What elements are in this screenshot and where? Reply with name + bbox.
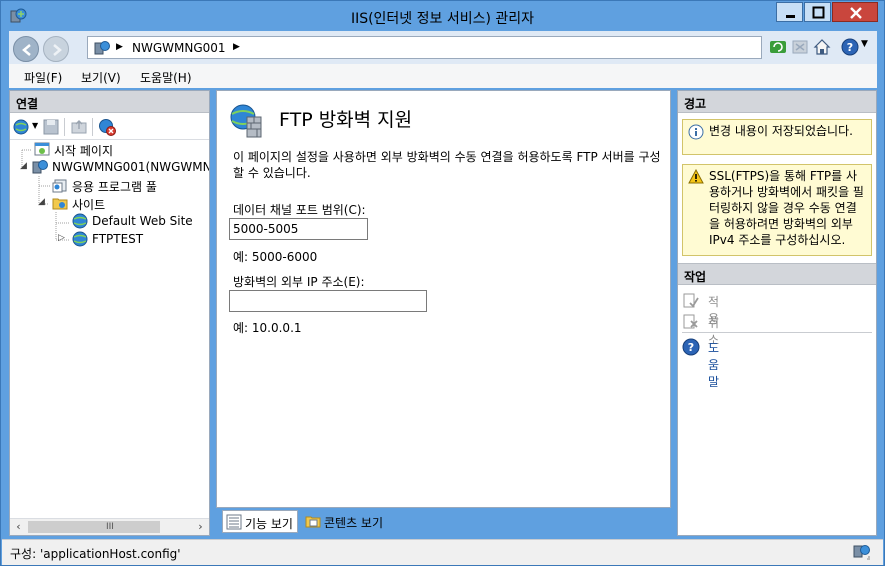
port-range-label: 데이터 채널 포트 범위(C): (233, 203, 366, 217)
cancel-icon (683, 314, 698, 329)
collapse-arrow-icon[interactable]: ◢ (20, 161, 27, 171)
home-icon[interactable] (813, 38, 831, 56)
collapse-arrow-icon[interactable]: ◢ (38, 197, 45, 207)
address-box[interactable]: ▶ NWGWMNG001 ▶ (87, 36, 762, 59)
actions-header: 작업 (678, 263, 876, 285)
scroll-right-icon[interactable]: › (192, 519, 209, 535)
warning-alert: SSL(FTPS)을 통해 FTP를 사용하거나 방화벽에서 패킷을 필터링하지… (682, 164, 872, 256)
external-ip-input[interactable] (229, 290, 427, 312)
warning-icon (688, 169, 704, 184)
actions-pane: 경고 변경 내용이 저장되었습니다. SSL(FTPS)을 통해 FTP를 사용… (677, 90, 877, 536)
scroll-grip: III (106, 522, 114, 532)
scroll-left-icon[interactable]: ‹ (10, 519, 27, 535)
port-range-input[interactable] (229, 218, 368, 240)
svg-text:?: ? (688, 341, 694, 354)
apply-icon (683, 293, 699, 308)
path-dropdown-icon[interactable]: ▶ (233, 42, 240, 52)
ftp-firewall-icon (230, 104, 262, 138)
help-icon: ? (682, 338, 700, 356)
save-icon[interactable] (42, 118, 60, 136)
warning-alert-text: SSL(FTPS)을 통해 FTP를 사용하거나 방화벽에서 패킷을 필터링하지… (709, 169, 864, 247)
info-icon (688, 124, 704, 140)
refresh-icon[interactable] (769, 38, 787, 56)
maximize-icon (812, 6, 825, 19)
back-button[interactable] (13, 36, 39, 62)
expand-arrow-icon[interactable]: ▷ (58, 233, 65, 243)
help-icon[interactable]: ? (841, 38, 859, 56)
status-bar: 구성: 'applicationHost.config' (2, 539, 883, 565)
address-path[interactable]: NWGWMNG001 (132, 41, 226, 55)
forward-arrow-icon (53, 44, 62, 56)
feature-pane: FTP 방화벽 지원 이 페이지의 설정을 사용하면 외부 방화벽의 수동 연결… (216, 90, 671, 508)
back-arrow-icon (22, 44, 31, 56)
app-pool-icon (52, 179, 67, 193)
port-range-example: 예: 5000-6000 (233, 250, 318, 264)
up-folder-icon[interactable] (70, 118, 88, 136)
actions-separator (682, 332, 872, 333)
connect-dropdown-icon[interactable]: ▼ (32, 121, 38, 130)
menu-view[interactable]: 보기(V) (81, 69, 121, 86)
features-view-icon (226, 514, 242, 530)
tree-horizontal-scrollbar[interactable]: ‹ III › (10, 518, 209, 535)
alerts-header: 경고 (678, 91, 876, 113)
connections-toolbar: ▼ (10, 114, 209, 140)
menu-bar: 파일(F) 보기(V) 도움말(H) (9, 64, 877, 88)
external-ip-label: 방화벽의 외부 IP 주소(E): (233, 275, 365, 289)
status-text: 구성: 'applicationHost.config' (10, 547, 181, 561)
feature-title: FTP 방화벽 지원 (279, 109, 413, 131)
info-alert: 변경 내용이 저장되었습니다. (682, 119, 872, 155)
iis-manager-window: IIS(인터넷 정보 서비스) 관리자 ▶ NWGWMNG001 ▶ ? ▼ 파… (0, 0, 885, 566)
title-bar[interactable]: IIS(인터넷 정보 서비스) 관리자 (1, 1, 884, 31)
tab-features-view[interactable]: 기능 보기 (222, 510, 298, 533)
maximize-button[interactable] (804, 2, 831, 22)
scroll-thumb[interactable]: III (28, 521, 160, 533)
feature-description: 이 페이지의 설정을 사용하면 외부 방화벽의 수동 연결을 허용하도록 FTP… (233, 150, 661, 180)
disconnect-icon[interactable] (98, 118, 116, 136)
start-page-icon (34, 142, 50, 156)
minimize-icon (786, 15, 795, 18)
connections-pane: 연결 ▼ 시작 페이지 ◢ NWGWMNG001(NWGWMNG 응용 프로그램… (9, 90, 210, 536)
server-icon (32, 160, 48, 174)
globe-icon (72, 213, 88, 229)
content-view-icon (305, 516, 321, 528)
tab-content-label: 콘텐츠 보기 (324, 516, 384, 530)
menu-help[interactable]: 도움말(H) (140, 69, 192, 86)
menu-file[interactable]: 파일(F) (24, 69, 62, 86)
server-status-icon (853, 545, 870, 560)
globe-icon (72, 231, 88, 247)
connections-tree: 시작 페이지 ◢ NWGWMNG001(NWGWMNG 응용 프로그램 풀 ◢ … (10, 140, 209, 518)
close-icon (850, 7, 862, 19)
tab-content-view[interactable]: 콘텐츠 보기 (302, 510, 387, 533)
forward-button[interactable] (43, 36, 69, 62)
toolbar-divider (64, 118, 65, 136)
window-title: IIS(인터넷 정보 서비스) 관리자 (350, 11, 535, 27)
close-button[interactable] (832, 2, 878, 22)
info-alert-text: 변경 내용이 저장되었습니다. (709, 124, 853, 138)
toolbar-divider (92, 118, 93, 136)
help-dropdown-icon[interactable]: ▼ (861, 39, 868, 49)
minimize-button[interactable] (776, 2, 803, 22)
svg-text:?: ? (847, 41, 853, 54)
connections-header: 연결 (10, 91, 209, 113)
external-ip-example: 예: 10.0.0.1 (233, 321, 302, 335)
server-icon (94, 41, 110, 55)
sites-folder-icon (52, 198, 68, 210)
address-bar: ▶ NWGWMNG001 ▶ ? ▼ (9, 31, 877, 64)
tab-features-label: 기능 보기 (245, 517, 293, 531)
stop-icon[interactable] (791, 38, 809, 56)
view-tabs: 기능 보기 콘텐츠 보기 (216, 509, 671, 535)
path-separator-icon[interactable]: ▶ (116, 42, 123, 52)
connect-globe-icon[interactable] (13, 118, 31, 136)
